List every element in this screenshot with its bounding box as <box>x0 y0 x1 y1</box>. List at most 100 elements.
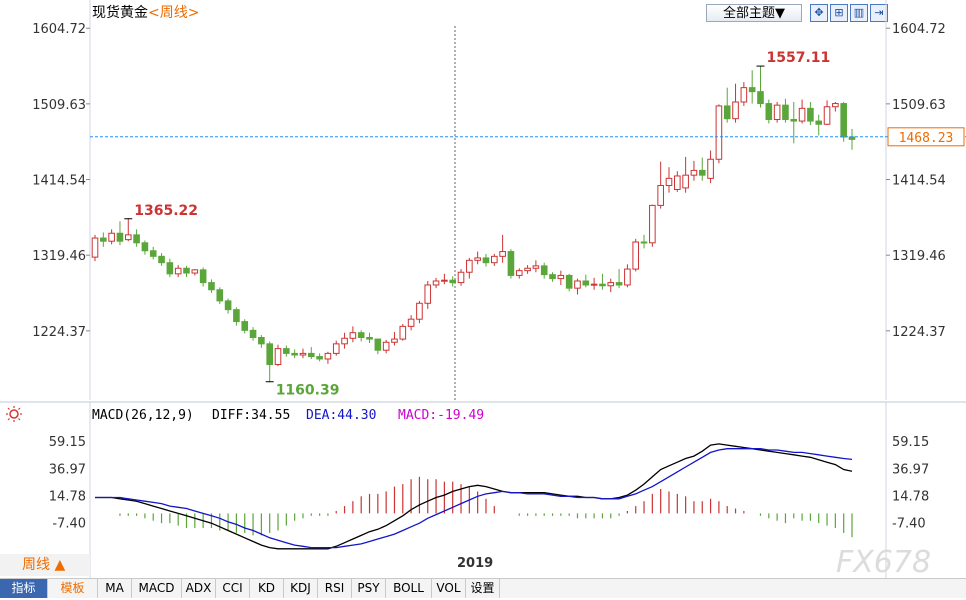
candle-body <box>199 269 207 284</box>
current-price-label: 1468.23 <box>899 131 954 146</box>
extreme-label: 1160.39 <box>276 383 340 399</box>
candle-body <box>507 251 515 276</box>
candle-body <box>116 232 124 242</box>
candle-body <box>557 274 565 280</box>
candle-body <box>366 336 373 340</box>
settings-sun-icon[interactable] <box>6 406 22 422</box>
candle-body <box>657 185 664 206</box>
candle-body <box>299 352 307 356</box>
candle-body <box>482 257 490 264</box>
candle-body <box>649 204 656 244</box>
candle-body <box>133 234 140 244</box>
extreme-label: 1557.11 <box>766 50 830 66</box>
tab-7[interactable]: KDJ <box>284 579 318 598</box>
candle-body <box>324 352 332 360</box>
candle-body <box>283 348 290 354</box>
tab-1[interactable]: 模板 <box>48 579 98 598</box>
candle-body <box>357 332 365 338</box>
candle-body <box>432 280 440 286</box>
candle-body <box>848 136 856 140</box>
price-chart[interactable]: 1604.72 1509.63 1414.54 1319.46 1224.37 1604… <box>0 0 966 400</box>
candle-body <box>674 175 681 190</box>
candle-body <box>307 352 315 358</box>
candle-body <box>590 283 598 286</box>
candle-body <box>582 280 590 286</box>
candle-body <box>183 267 190 274</box>
macd-tick-label-right: 36.97 <box>892 462 929 477</box>
candle-body <box>624 268 631 286</box>
candle-body <box>258 336 265 345</box>
candle-body <box>840 103 847 138</box>
candle-body <box>607 282 615 287</box>
candle-body <box>216 289 224 302</box>
macd-tick-label-right: 59.15 <box>892 435 929 450</box>
macd-line-diff <box>95 443 853 550</box>
candle-body <box>91 237 99 258</box>
candle-body <box>158 255 165 264</box>
candle-body <box>682 174 689 189</box>
candle-body <box>291 352 298 356</box>
candle-body <box>640 241 648 244</box>
candle-body <box>823 106 831 125</box>
candle-body <box>100 237 107 242</box>
candle-body <box>815 120 823 125</box>
tab-9[interactable]: PSY <box>352 579 386 598</box>
candle-body <box>149 250 157 257</box>
y-tick-label-right: 1224.37 <box>892 325 946 340</box>
tab-10[interactable]: BOLL <box>386 579 432 598</box>
candle-body <box>632 241 640 270</box>
y-tick-label-right: 1414.54 <box>892 174 946 189</box>
candle-body <box>249 329 257 338</box>
tab-6[interactable]: KD <box>250 579 284 598</box>
candle-body <box>374 338 382 351</box>
candle-body <box>191 269 199 274</box>
macd-line-dea <box>95 448 853 549</box>
candle-body <box>341 337 348 345</box>
macd-tick-label-left: -7.40 <box>52 516 86 531</box>
candle-body <box>698 169 706 176</box>
tab-8[interactable]: RSI <box>318 579 352 598</box>
candle-body <box>707 158 714 179</box>
y-tick-label-right: 1319.46 <box>892 249 946 264</box>
tab-3[interactable]: MACD <box>132 579 182 598</box>
candle-body <box>490 255 498 264</box>
tab-11[interactable]: VOL <box>432 579 466 598</box>
candle-body <box>266 343 273 366</box>
tab-5[interactable]: CCI <box>216 579 250 598</box>
candle-body <box>274 348 282 366</box>
tab-12[interactable]: 设置 <box>466 579 500 598</box>
tab-4[interactable]: ADX <box>182 579 216 598</box>
macd-legend-macd: MACD:-19.49 <box>398 408 484 423</box>
candle-body <box>349 332 357 339</box>
candle-body <box>166 262 174 275</box>
macd-chart[interactable]: MACD(26,12,9) DIFF:34.55 DEA:44.30 MACD:… <box>0 400 966 578</box>
candle-body <box>141 242 149 252</box>
y-tick-label-right: 1509.63 <box>892 98 946 113</box>
x-tick-year: 2019 <box>457 556 493 571</box>
candle-body <box>732 101 739 120</box>
candle-body <box>740 87 748 103</box>
candle-body <box>832 103 839 108</box>
candle-body <box>332 343 340 354</box>
tab-0[interactable]: 指标 <box>0 579 48 598</box>
macd-legend-dea: DEA:44.30 <box>306 408 376 423</box>
candle-body <box>615 282 623 286</box>
macd-tick-label-left: 36.97 <box>49 462 86 477</box>
y-tick-label-left: 1414.54 <box>32 174 86 189</box>
candle-body <box>665 177 673 187</box>
candle-body <box>723 105 731 120</box>
tab-2[interactable]: MA <box>98 579 132 598</box>
y-tick-label-left: 1224.37 <box>32 325 86 340</box>
candle-body <box>407 318 415 327</box>
candle-body <box>424 284 432 304</box>
macd-tick-label-right: -7.40 <box>892 516 926 531</box>
macd-tick-label-right: 14.78 <box>892 489 929 504</box>
candle-body <box>449 279 457 284</box>
candle-body <box>773 104 781 120</box>
period-selector-button[interactable]: 周线 ▲ <box>0 554 90 576</box>
candle-body <box>241 321 249 331</box>
candle-body <box>515 270 523 276</box>
candle-body <box>457 271 465 284</box>
candle-body <box>565 274 573 289</box>
candle-body <box>574 280 581 289</box>
